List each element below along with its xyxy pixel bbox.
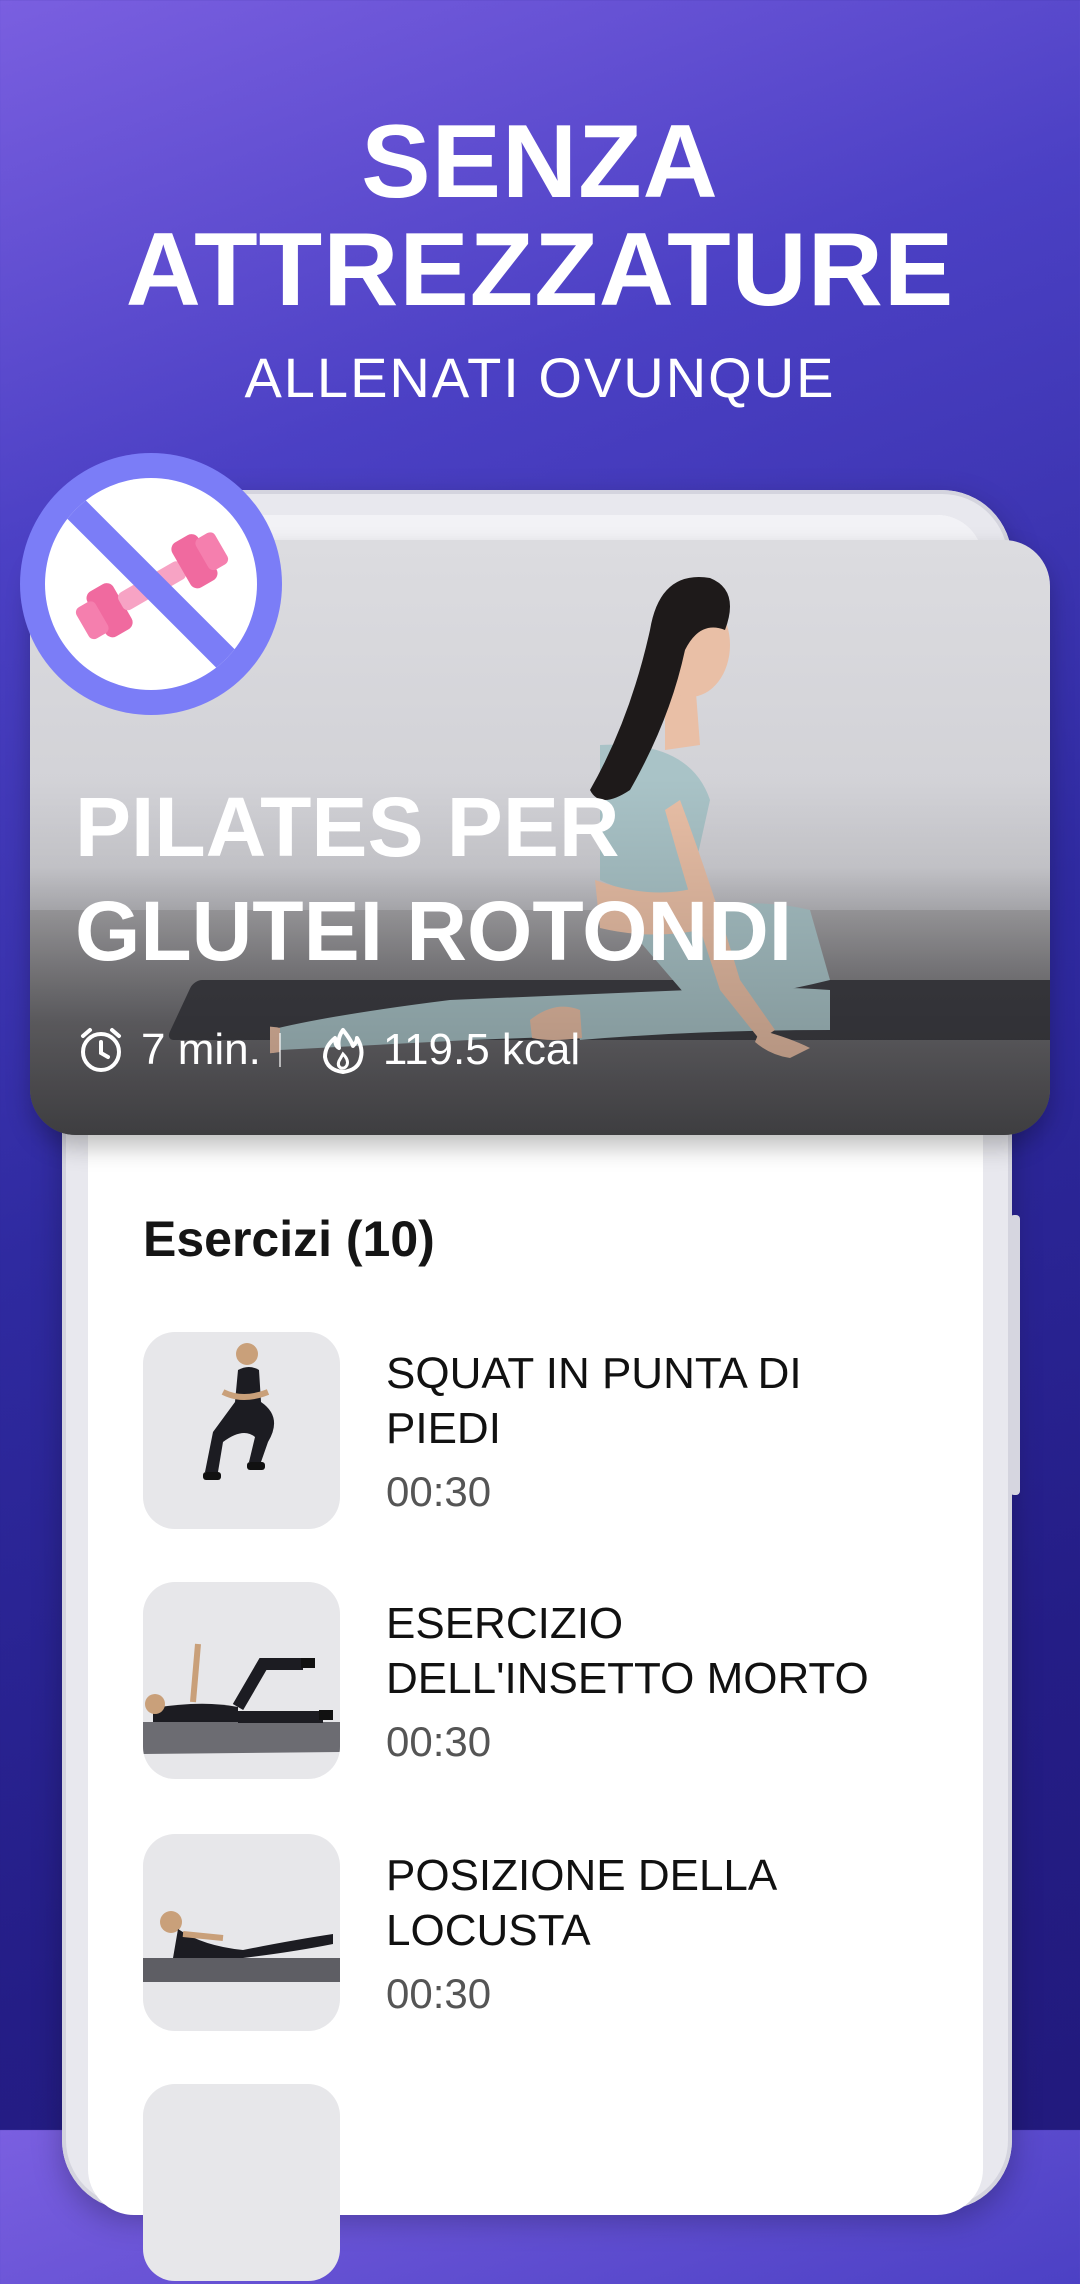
exercise-thumbnail — [143, 1582, 340, 1779]
exercise-thumbnail — [143, 1834, 340, 2031]
flame-icon — [322, 1028, 364, 1074]
no-equipment-badge — [20, 453, 282, 715]
phone-side-button — [1010, 1215, 1020, 1495]
exercise-item[interactable] — [143, 2084, 1003, 2284]
exercise-item[interactable]: POSIZIONE DELLA LOCUSTA 00:30 — [143, 1834, 1003, 2034]
exercise-thumbnail — [143, 2084, 340, 2281]
duration-value: 7 min. — [141, 1025, 261, 1074]
calories-value: 119.5 kcal — [382, 1025, 581, 1074]
promo-subheadline: ALLENATI OVUNQUE — [244, 346, 836, 409]
exercise-name: SQUAT IN PUNTA DI PIEDI — [386, 1349, 802, 1453]
exercises-header: Esercizi (10) — [143, 1211, 435, 1267]
exercise-time: 00:30 — [386, 1718, 492, 1765]
workout-stats: 7 min. 119.5 kcal — [75, 1022, 580, 1078]
no-dumbbell-icon — [57, 490, 245, 678]
stats-divider — [278, 1033, 281, 1067]
workout-title: PILATES PER GLUTEI ROTONDI — [75, 780, 793, 978]
badge-inner — [45, 478, 257, 690]
exercise-thumbnail — [143, 1332, 340, 1529]
exercise-item[interactable]: SQUAT IN PUNTA DI PIEDI 00:30 — [143, 1332, 1003, 1532]
alarm-clock-icon — [81, 1028, 121, 1072]
exercise-time: 00:30 — [386, 1468, 492, 1515]
exercise-item[interactable]: ESERCIZIO DELL'INSETTO MORTO 00:30 — [143, 1582, 1003, 1782]
exercise-name: ESERCIZIO DELL'INSETTO MORTO — [386, 1599, 869, 1703]
exercise-time: 00:30 — [386, 1970, 492, 2017]
exercise-name: POSIZIONE DELLA LOCUSTA — [386, 1851, 778, 1955]
promo-headline: SENZA ATTREZZATURE — [125, 104, 955, 328]
